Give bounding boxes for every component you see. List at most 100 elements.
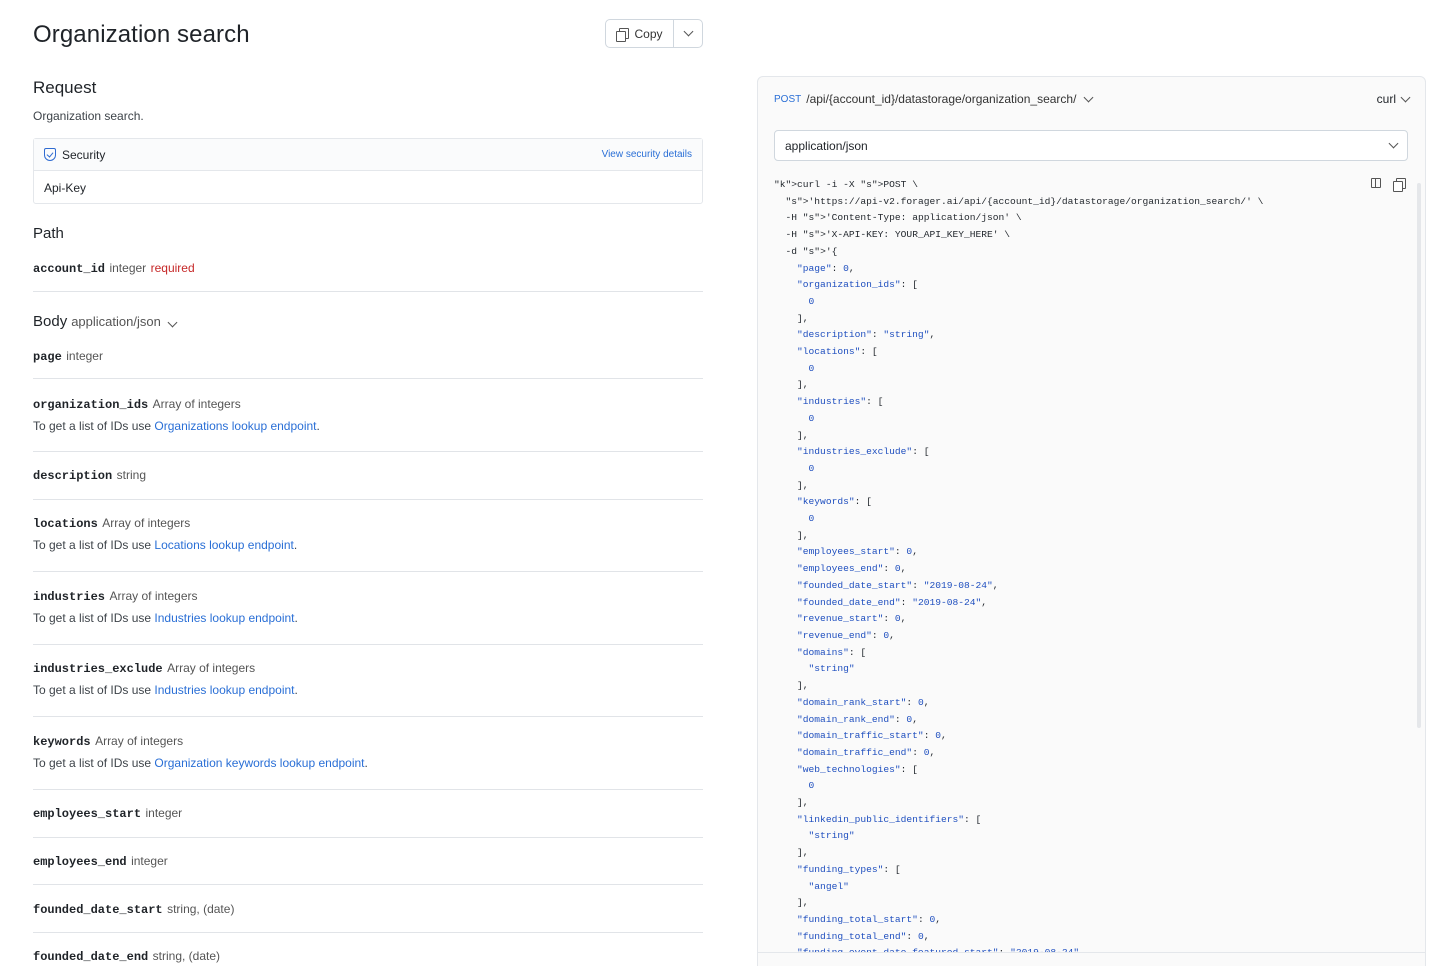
code-line: "funding_total_start": 0, [797,913,941,925]
code-line: "s">'https://api-v2.forager.ai/api/{acco… [785,195,1264,207]
param-type: integer [109,261,147,275]
chevron-down-icon [1083,92,1094,102]
content-type-select[interactable]: application/json [774,130,1408,161]
code-line: "funding_types": [ [797,863,901,875]
divider [33,837,703,838]
security-scheme: Api-Key [44,181,87,195]
field-header: founded_date_start string, (date) [33,900,703,918]
endpoint-path: /api/{account_id}/datastorage/organizati… [806,92,1077,106]
code-line: "angel" [808,880,849,892]
field-description-suffix: . [316,419,320,433]
field-type: Array of integers [167,661,256,675]
code-line: 0 [808,462,815,474]
chevron-down-icon [167,317,178,328]
field-type: Array of integers [152,397,241,411]
field-header: organization_ids Array of integers [33,395,703,413]
body-field: founded_date_end string, (date) [33,947,703,965]
body-heading: Body [33,313,68,330]
security-label-group: Security [44,148,105,162]
lookup-endpoint-link[interactable]: Industries lookup endpoint [154,683,294,697]
code-line: 0 [808,780,815,792]
field-header: industries Array of integers [33,587,703,605]
lookup-endpoint-link[interactable]: Industries lookup endpoint [154,611,294,625]
field-description: To get a list of IDs use Industries look… [33,683,703,697]
body-field: founded_date_start string, (date) [33,900,703,918]
code-line: "page": 0, [797,262,855,274]
code-line: "employees_start": 0, [797,546,918,558]
content-type-value: application/json [785,138,868,153]
code-line: -d "s">'{ [774,245,838,257]
security-label: Security [62,147,106,162]
field-type: Array of integers [102,516,191,530]
field-description-suffix: . [293,538,298,552]
divider [758,952,1425,953]
body-field: employees_end integer [33,852,703,870]
field-header: page integer [33,347,703,365]
code-line: "revenue_start": 0, [797,613,907,625]
lookup-endpoint-link[interactable]: Organizations lookup endpoint [154,419,316,433]
lookup-endpoint-link[interactable]: Organization keywords lookup endpoint [154,756,364,770]
divider [33,789,703,790]
field-description-suffix: . [364,756,368,770]
field-description: To get a list of IDs use Locations looku… [33,538,703,552]
code-line: "domain_traffic_end": 0, [797,746,936,758]
security-panel: Security View security details Api-Key [33,138,703,204]
body-field: industries_exclude Array of integers To g… [33,659,703,697]
view-security-details-link[interactable]: View security details [602,149,692,160]
code-line: "funding_event_date_featured_start": "20… [774,945,1414,952]
field-description-text: To get a list of IDs use [33,756,155,770]
code-line: ], [774,479,809,491]
code-block: "k">curl -i -X "s">POST \ "s">'https://a… [774,177,1414,952]
code-line: "linkedin_public_identifiers": [ [797,813,982,825]
field-type: integer [66,349,103,363]
code-line: "domains": [ [797,646,867,658]
field-name: keywords [33,735,91,749]
path-param-account-id: account_id integer required [33,259,703,277]
code-line: "k">curl -i -X "s">POST \ [774,179,918,190]
field-header: industries_exclude Array of integers [33,659,703,677]
field-description-text: To get a list of IDs use [33,611,155,625]
copy-button[interactable]: Copy [606,20,674,47]
body-media-type: application/json [71,314,161,329]
lookup-endpoint-link[interactable]: Locations lookup endpoint [154,538,293,552]
code-line: "keywords": [ [797,496,872,508]
body-field: employees_start integer [33,804,703,822]
field-name: organization_ids [33,398,149,412]
field-description-text: To get a list of IDs use [33,419,155,433]
code-line: "founded_date_start": "2019-08-24", [797,579,999,591]
copy-label: Copy [634,26,663,41]
code-sample-panel: POST /api/{account_id}/datastorage/organ… [757,76,1426,966]
divider [33,291,703,292]
body-field: industries Array of integers To get a lis… [33,587,703,625]
body-field: description string [33,466,703,484]
field-description: To get a list of IDs use Organization ke… [33,756,703,770]
field-name: description [33,469,113,483]
code-line: 0 [808,362,815,374]
copy-icon [616,27,630,42]
copy-options-toggle[interactable] [674,20,702,47]
language-selector[interactable]: curl [1376,92,1411,106]
field-name: founded_date_start [33,903,163,917]
endpoint-selector[interactable]: POST /api/{account_id}/datastorage/organ… [774,92,1094,106]
divider [33,644,703,645]
code-line: ], [774,797,809,809]
code-line: ], [774,897,809,909]
divider [33,571,703,572]
language-label: curl [1376,92,1396,106]
field-type: Array of integers [95,734,184,748]
field-type: string, (date) [152,949,221,963]
field-name: employees_start [33,807,142,821]
body-toggle[interactable]: Body application/json [33,313,178,330]
field-type: integer [131,854,168,868]
field-type: Array of integers [109,589,198,603]
request-heading: Request [33,78,97,97]
param-required: required [150,261,195,275]
code-line: "organization_ids": [ [797,279,918,291]
code-line: 0 [808,513,815,525]
param-name: account_id [33,262,106,276]
field-header: description string [33,466,703,484]
code-line: "industries": [ [797,396,884,408]
code-line: 0 [808,295,815,307]
code-scrollbar[interactable] [1417,183,1421,728]
divider [33,716,703,717]
